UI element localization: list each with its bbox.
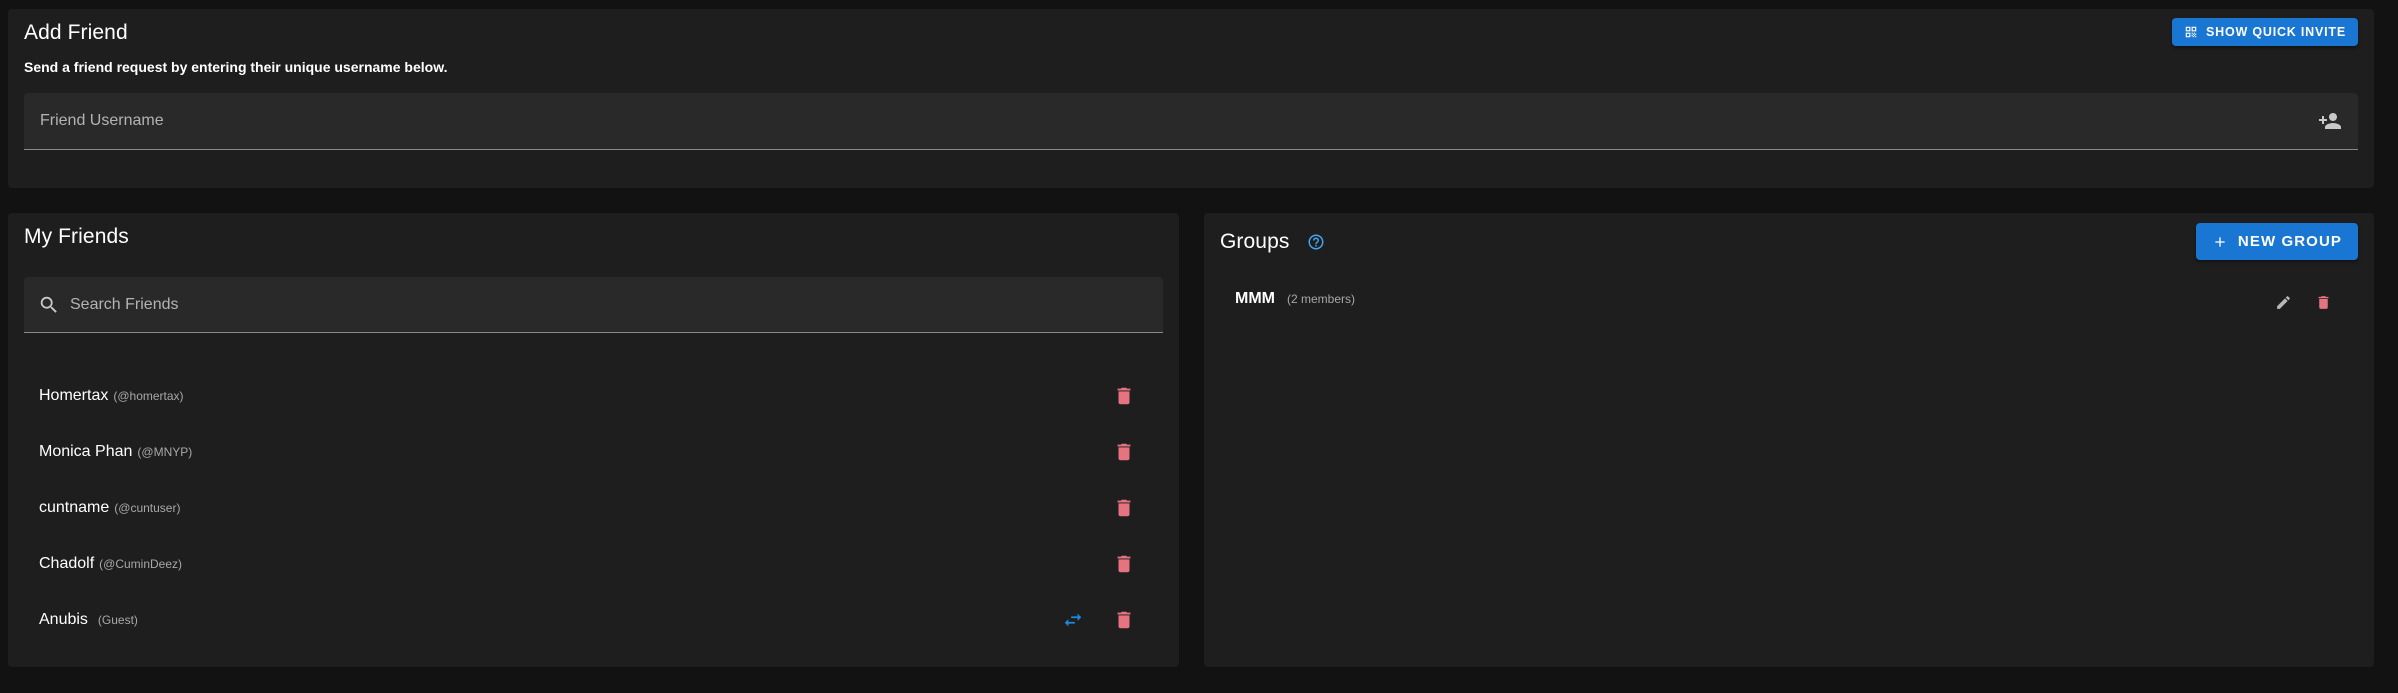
friend-row: Monica Phan (@MNYP) [8,424,1179,480]
help-circle-icon [1308,234,1324,250]
groups-card: Groups New Group MMM (2 members) [1204,213,2374,667]
trash-icon [2318,295,2328,309]
my-friends-title: My Friends [24,225,129,248]
friend-handle: (Guest) [97,613,138,627]
friend-display-name: Anubis [39,611,88,628]
friend-name: Chadolf (@CuminDeez) [39,555,182,573]
delete-group-button[interactable] [2307,286,2339,318]
delete-friend-button[interactable] [1108,548,1140,580]
friend-display-name: cuntname [39,499,110,516]
add-friend-subtitle: Send a friend request by entering their … [24,59,448,75]
group-display-name: MMM [1235,290,1275,307]
delete-friend-button[interactable] [1108,380,1140,412]
plus-icon [2215,236,2225,247]
trash-icon [1117,499,1131,517]
friend-handle: (@cuntuser) [114,501,181,515]
trash-icon [1117,443,1131,461]
friend-row: Homertax (@homertax) [8,368,1179,424]
friend-name: Monica Phan (@MNYP) [39,443,192,461]
group-row: MMM (2 members) [1204,275,2374,327]
group-name: MMM (2 members) [1235,290,1355,308]
groups-help-button[interactable] [1301,227,1331,257]
groups-title: Groups [1220,230,1290,253]
friend-username-input[interactable] [40,93,2314,149]
show-quick-invite-label: Show Quick Invite [2206,25,2346,39]
friend-handle: (@MNYP) [137,445,193,459]
search-friends-field[interactable] [24,277,1163,333]
delete-friend-button[interactable] [1108,604,1140,636]
friend-username-field[interactable] [24,93,2358,150]
add-friend-card: Add Friend Send a friend request by ente… [8,9,2374,188]
trash-icon [1117,555,1131,573]
convert-guest-button[interactable] [1057,604,1089,636]
search-icon [40,296,57,313]
show-quick-invite-button[interactable]: Show Quick Invite [2172,18,2358,46]
friend-row: Chadolf (@CuminDeez) [8,536,1179,592]
person-add-icon [2319,113,2341,129]
trash-icon [1117,611,1131,629]
add-friend-title: Add Friend [24,21,128,44]
friend-handle: (@CuminDeez) [99,557,183,571]
friend-display-name: Monica Phan [39,443,133,460]
friend-handle: (@homertax) [113,389,184,403]
edit-group-button[interactable] [2267,286,2299,318]
add-friend-submit-button[interactable] [2314,105,2346,137]
new-group-label: New Group [2237,233,2342,250]
new-group-button[interactable]: New Group [2195,223,2358,260]
delete-friend-button[interactable] [1108,492,1140,524]
friend-display-name: Homertax [39,387,109,404]
friend-row: cuntname (@cuntuser) [8,480,1179,536]
friend-display-name: Chadolf [39,555,95,572]
my-friends-card: My Friends Homertax (@homertax) Monica P… [8,213,1179,667]
friend-name: cuntname (@cuntuser) [39,499,180,517]
friend-row: Anubis (Guest) [8,592,1179,648]
trash-icon [1117,387,1131,405]
pencil-icon [2276,295,2290,309]
group-member-count: (2 members) [1286,292,1355,306]
friend-name: Anubis (Guest) [39,611,138,629]
qr-code-icon [2185,26,2197,38]
friend-name: Homertax (@homertax) [39,387,184,405]
delete-friend-button[interactable] [1108,436,1140,468]
swap-arrows-icon [1064,613,1082,627]
search-friends-input[interactable] [70,277,1151,332]
